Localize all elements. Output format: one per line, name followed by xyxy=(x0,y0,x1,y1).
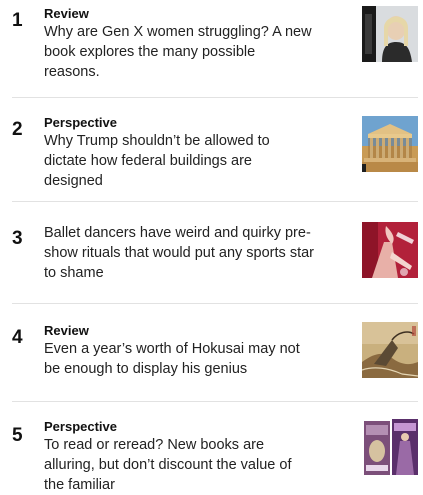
book-covers-icon xyxy=(362,419,418,475)
kicker-label: Review xyxy=(44,6,89,21)
hokusai-painting-icon xyxy=(362,322,418,378)
list-item[interactable]: 5 Perspective To read or reread? New boo… xyxy=(0,402,423,493)
kicker-label: Review xyxy=(44,323,89,338)
rank-number: 4 xyxy=(12,327,23,348)
list-item[interactable]: 2 Perspective Why Trump shouldn’t be all… xyxy=(0,98,423,202)
kicker-label: Perspective xyxy=(44,419,117,434)
woman-portrait-icon xyxy=(362,6,418,62)
woman-portrait-thumbnail[interactable] xyxy=(362,6,418,62)
headline-link[interactable]: Why Trump shouldn’t be allowed to dictat… xyxy=(44,131,314,191)
rank-number: 5 xyxy=(12,425,23,446)
supreme-court-building-icon xyxy=(362,116,418,172)
headline-link[interactable]: Ballet dancers have weird and quirky pre… xyxy=(44,223,314,283)
rank-number: 2 xyxy=(12,119,23,140)
rank-number: 3 xyxy=(12,228,23,249)
list-item[interactable]: 1 Review Why are Gen X women struggling?… xyxy=(0,0,423,98)
book-covers-thumbnail[interactable] xyxy=(362,419,418,475)
kicker-label: Perspective xyxy=(44,115,117,130)
list-item[interactable]: 4 Review Even a year’s worth of Hokusai … xyxy=(0,304,423,402)
headline-link[interactable]: Even a year’s worth of Hokusai may not b… xyxy=(44,339,314,379)
hokusai-painting-thumbnail[interactable] xyxy=(362,322,418,378)
supreme-court-building-thumbnail[interactable] xyxy=(362,116,418,172)
headline-link[interactable]: To read or reread? New books are allurin… xyxy=(44,435,314,495)
rank-number: 1 xyxy=(12,10,23,31)
headline-link[interactable]: Why are Gen X women struggling? A new bo… xyxy=(44,22,314,82)
ballet-dancer-icon xyxy=(362,222,418,278)
ballet-dancer-thumbnail[interactable] xyxy=(362,222,418,278)
list-item[interactable]: 3 Ballet dancers have weird and quirky p… xyxy=(0,202,423,304)
